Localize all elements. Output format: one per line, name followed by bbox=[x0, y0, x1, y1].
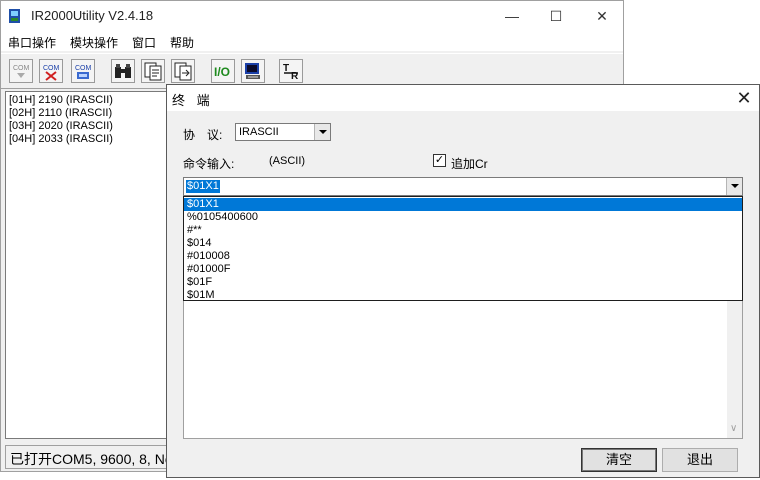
com-settings-button[interactable]: COM bbox=[9, 59, 33, 83]
command-input-value: $01X1 bbox=[186, 180, 220, 193]
transmit-receive-icon: T R bbox=[283, 63, 299, 81]
status-text: 已打开COM5, 9600, 8, None bbox=[10, 451, 168, 467]
chevron-down-icon bbox=[731, 184, 739, 188]
transmit-receive-button[interactable]: T R bbox=[279, 59, 303, 83]
svg-text:COM: COM bbox=[75, 65, 92, 72]
terminal-icon bbox=[245, 63, 260, 79]
com-disconnect-button[interactable]: COM bbox=[39, 59, 63, 83]
menu-serial-port[interactable]: 串口操作 bbox=[8, 34, 56, 51]
protocol-dropdown-button[interactable] bbox=[314, 124, 330, 140]
command-label: 命令输入: bbox=[183, 157, 235, 171]
append-cr-checkbox[interactable]: ✓ bbox=[433, 154, 446, 167]
dropdown-option[interactable]: #01000F bbox=[184, 263, 742, 276]
terminal-button[interactable] bbox=[241, 59, 265, 83]
exit-button[interactable]: 退出 bbox=[662, 448, 738, 472]
com-connect-button[interactable]: COM bbox=[71, 59, 95, 83]
append-cr-label: 追加Cr bbox=[451, 157, 488, 171]
status-bar: 已打开COM5, 9600, 8, None bbox=[5, 445, 169, 469]
minimize-button[interactable]: — bbox=[489, 1, 535, 31]
command-input[interactable]: $01X1 bbox=[183, 177, 743, 196]
svg-text:COM: COM bbox=[43, 65, 60, 72]
write-config-button[interactable] bbox=[171, 59, 195, 83]
close-button[interactable]: ✕ bbox=[579, 1, 625, 31]
scroll-down-icon[interactable]: ∨ bbox=[730, 423, 737, 434]
protocol-select[interactable]: IRASCII bbox=[235, 123, 331, 141]
list-item[interactable]: [01H] 2190 (IRASCII) bbox=[9, 94, 113, 107]
device-list: [01H] 2190 (IRASCII) [02H] 2110 (IRASCII… bbox=[5, 91, 167, 439]
dropdown-option[interactable]: $01F bbox=[184, 276, 742, 289]
app-icon bbox=[9, 9, 20, 23]
terminal-dialog: 终 端 ✕ 协 议: IRASCII 命令输入: (ASCII) ✓ 追加Cr … bbox=[166, 84, 760, 478]
menu-help[interactable]: 帮助 bbox=[170, 34, 194, 51]
dropdown-option[interactable]: $01M bbox=[184, 289, 742, 302]
menu-module[interactable]: 模块操作 bbox=[70, 34, 118, 51]
svg-text:COM: COM bbox=[13, 65, 30, 72]
com-connect-icon: COM bbox=[75, 65, 92, 79]
list-item[interactable]: [04H] 2033 (IRASCII) bbox=[9, 133, 113, 146]
com-disconnect-icon: COM bbox=[43, 65, 60, 81]
dialog-close-button[interactable]: ✕ bbox=[733, 87, 755, 109]
dialog-title-bar: 终 端 ✕ bbox=[167, 85, 759, 111]
command-format: (ASCII) bbox=[269, 155, 306, 167]
protocol-label: 协 议: bbox=[183, 128, 223, 142]
command-history-dropdown: $01X1 %0105400600 #** $014 #010008 #0100… bbox=[183, 196, 743, 301]
menu-bar: 串口操作 模块操作 窗口 帮助 bbox=[1, 31, 623, 51]
dropdown-option[interactable]: %0105400600 bbox=[184, 211, 742, 224]
command-dropdown-button[interactable] bbox=[726, 178, 742, 195]
read-config-button[interactable] bbox=[141, 59, 165, 83]
list-item[interactable]: [02H] 2110 (IRASCII) bbox=[9, 107, 112, 120]
window-title: IR2000Utility V2.4.18 bbox=[31, 8, 154, 23]
read-config-icon bbox=[144, 62, 162, 81]
maximize-button[interactable]: ☐ bbox=[533, 1, 579, 31]
clear-button[interactable]: 清空 bbox=[581, 448, 657, 472]
dialog-title: 终 端 bbox=[172, 93, 214, 108]
dropdown-option[interactable]: $014 bbox=[184, 237, 742, 250]
io-icon: I/O bbox=[214, 65, 230, 79]
chevron-down-icon bbox=[319, 130, 327, 134]
search-binoculars-icon bbox=[115, 64, 131, 78]
write-config-icon bbox=[174, 62, 192, 81]
search-button[interactable] bbox=[111, 59, 135, 83]
check-icon: ✓ bbox=[434, 154, 445, 166]
dropdown-option[interactable]: $01X1 bbox=[184, 198, 742, 211]
list-item[interactable]: [03H] 2020 (IRASCII) bbox=[9, 120, 113, 133]
title-bar: IR2000Utility V2.4.18 — ☐ ✕ bbox=[1, 1, 623, 31]
svg-text:I/O: I/O bbox=[214, 65, 230, 79]
menu-window[interactable]: 窗口 bbox=[132, 34, 156, 51]
com-settings-icon: COM bbox=[13, 65, 30, 78]
io-button[interactable]: I/O bbox=[211, 59, 235, 83]
dropdown-option[interactable]: #010008 bbox=[184, 250, 742, 263]
dropdown-option[interactable]: #** bbox=[184, 224, 742, 237]
protocol-value: IRASCII bbox=[239, 126, 279, 138]
